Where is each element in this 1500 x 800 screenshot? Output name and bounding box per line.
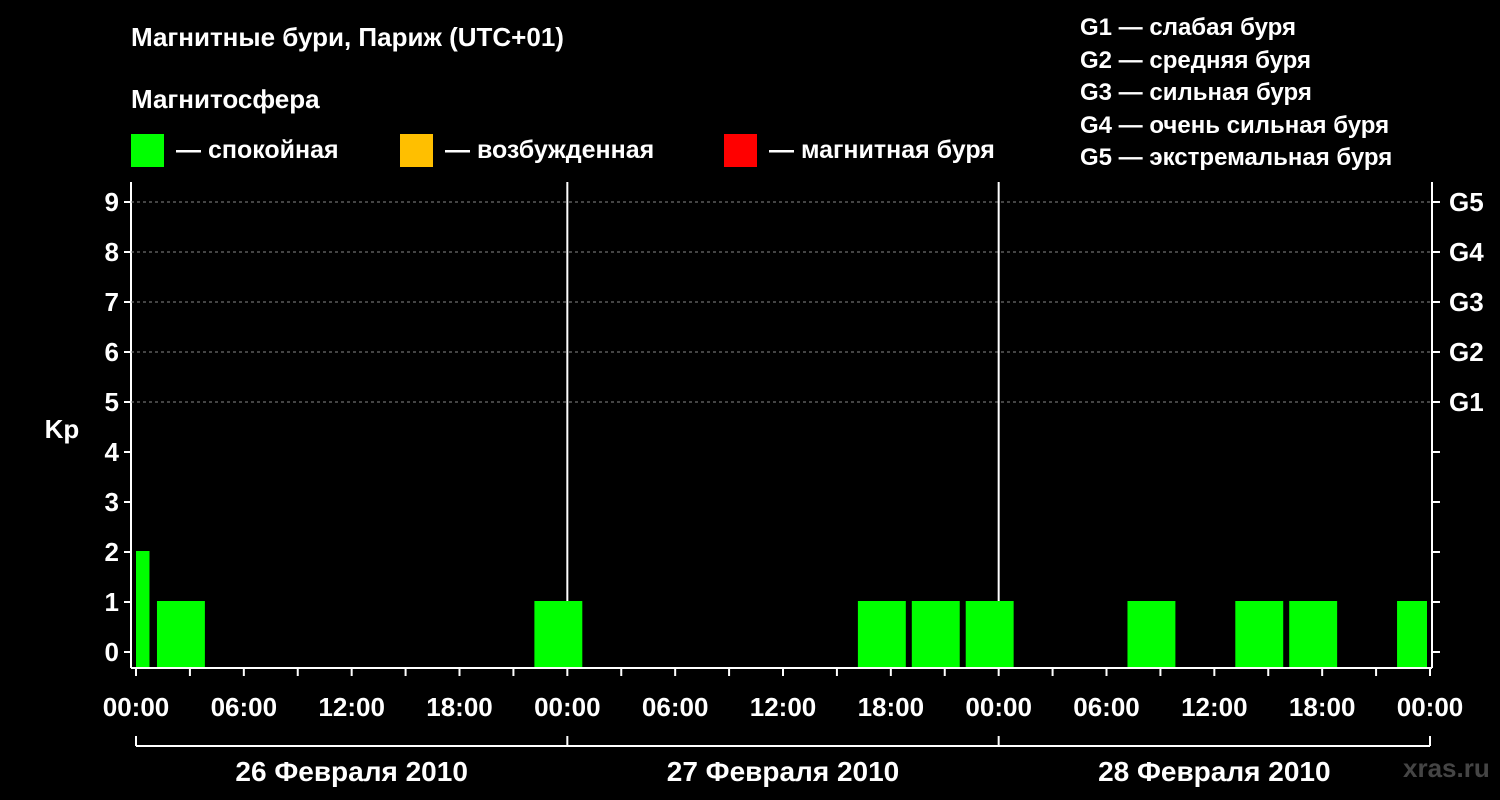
kp-chart: 0 1 2 3 4 5 6 7 8 9 G1 G2 G3 G4 G5 Kp 00:00 06:00 12:00 18:…: [45, 182, 1484, 787]
kp-bar: [1289, 601, 1338, 667]
x-tick-label: 00:00: [1397, 692, 1464, 722]
y-tick-label: 5: [105, 387, 119, 417]
day-label: 28 Февраля 2010: [1098, 756, 1330, 787]
g-level-label: G3: [1449, 287, 1484, 317]
kp-bar: [534, 601, 583, 667]
kp-bar: [1235, 601, 1284, 667]
x-tick-label: 12:00: [750, 692, 817, 722]
x-tick-label: 06:00: [1073, 692, 1140, 722]
day-label: 27 Февраля 2010: [667, 756, 899, 787]
x-tick-label: 12:00: [318, 692, 385, 722]
x-tick-label: 00:00: [534, 692, 601, 722]
y-tick-label: 0: [105, 637, 119, 667]
kp-bar: [1127, 601, 1176, 667]
y-tick-label: 1: [105, 587, 119, 617]
x-tick-label: 18:00: [1289, 692, 1356, 722]
y-tick-label: 8: [105, 237, 119, 267]
watermark: xras.ru: [1403, 753, 1490, 783]
y-tick-label: 3: [105, 487, 119, 517]
g-level-label: G2: [1449, 337, 1484, 367]
kp-bar: [136, 551, 150, 667]
g-level-label: G1: [1449, 387, 1484, 417]
kp-bar: [857, 601, 906, 667]
g-level-label: G5: [1449, 187, 1484, 217]
x-tick-label: 18:00: [426, 692, 493, 722]
kp-bar: [911, 601, 960, 667]
x-tick-label: 00:00: [965, 692, 1032, 722]
g-level-label: G4: [1449, 237, 1484, 267]
y-tick-label: 6: [105, 337, 119, 367]
kp-bar: [1397, 601, 1427, 667]
y-tick-label: 9: [105, 187, 119, 217]
y-tick-label: 7: [105, 287, 119, 317]
x-tick-label: 06:00: [642, 692, 709, 722]
x-tick-label: 00:00: [103, 692, 170, 722]
y-tick-label: 2: [105, 537, 119, 567]
y-tick-label: 4: [105, 437, 120, 467]
x-tick-label: 18:00: [858, 692, 925, 722]
day-label: 26 Февраля 2010: [235, 756, 467, 787]
x-tick-label: 06:00: [211, 692, 278, 722]
x-tick-label: 12:00: [1181, 692, 1248, 722]
kp-bar: [965, 601, 1014, 667]
y-axis-label: Kp: [45, 414, 80, 444]
kp-bar: [156, 601, 205, 667]
